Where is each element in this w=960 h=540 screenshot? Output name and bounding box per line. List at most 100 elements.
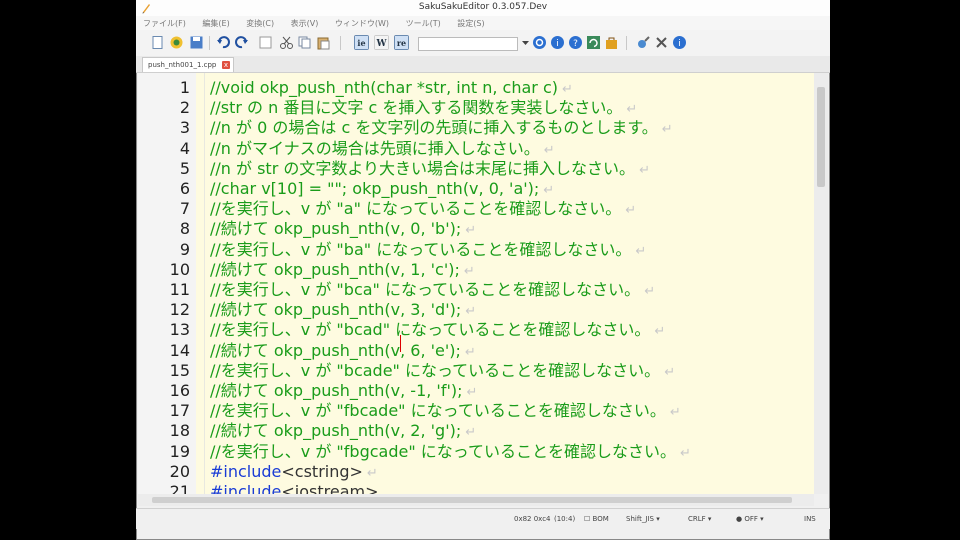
- line-number: 17: [169, 401, 190, 421]
- menu-convert[interactable]: 変換(C): [239, 16, 281, 29]
- line-number: 4: [179, 138, 190, 158]
- code-comment-text: //続けて okp_push_nth(v, 3, 'd'); ↵: [210, 300, 476, 322]
- end-of-line-mark: ↵: [465, 425, 477, 441]
- menu-settings[interactable]: 設定(S): [450, 16, 491, 29]
- line-number: 9: [179, 239, 190, 259]
- status-encoding[interactable]: Shift_JIS ▾: [626, 515, 660, 523]
- code-editor[interactable]: 1 //void okp_push_nth(char *str, int n, c…: [138, 73, 814, 494]
- new-file-icon[interactable]: [150, 35, 165, 50]
- status-bar: 0x82 0xc4 (10:4) ☐ BOM Shift_JIS ▾ CRLF …: [136, 508, 830, 529]
- line-number: 7: [179, 199, 190, 219]
- tools-icon[interactable]: [636, 35, 651, 50]
- tab-file[interactable]: push_nth001_1.cpp x: [142, 57, 234, 72]
- about-icon[interactable]: i: [672, 35, 687, 50]
- horizontal-scrollbar[interactable]: [138, 494, 814, 506]
- menu-tools[interactable]: ツール(T): [399, 16, 448, 29]
- status-ime[interactable]: ● OFF ▾: [736, 515, 764, 523]
- end-of-line-mark: ↵: [669, 405, 681, 421]
- svg-text:ie: ie: [357, 38, 365, 48]
- search-icon[interactable]: [532, 35, 547, 50]
- line-number: 13: [169, 320, 190, 340]
- dropdown-chevron-icon[interactable]: [518, 35, 533, 50]
- menu-window[interactable]: ウィンドウ(W): [328, 16, 396, 29]
- comment-text: //n がマイナスの場合は先頭に挿入しなさい。: [210, 138, 540, 158]
- code-comment-text: //続けて okp_push_nth(v, 1, 'c'); ↵: [210, 260, 475, 282]
- end-of-line-mark: ↵: [466, 385, 478, 400]
- status-bom[interactable]: ☐ BOM: [584, 515, 609, 523]
- text-caret: [400, 335, 401, 352]
- end-of-line-mark: ↵: [463, 263, 475, 279]
- code-include-text: #include<cstring> ↵: [210, 462, 378, 484]
- code-comment-text: //を実行し、v が "a" になっていることを確認しなさい。 ↵: [210, 199, 636, 221]
- info-icon[interactable]: i: [550, 35, 565, 50]
- comment-text: //を実行し、v が "fbgcade" になっていることを確認しなさい。: [210, 441, 676, 461]
- vertical-scroll-thumb[interactable]: [817, 87, 825, 187]
- open-file-icon[interactable]: [169, 35, 184, 50]
- toolbar: ie W re i ? i: [136, 30, 830, 57]
- menu-view[interactable]: 表示(V): [284, 16, 326, 29]
- line-number: 21: [169, 482, 190, 494]
- line-number: 10: [169, 259, 190, 279]
- cut-icon[interactable]: [279, 35, 294, 50]
- comment-text: //を実行し、v が "fbcade" になっていることを確認しなさい。: [210, 401, 666, 421]
- end-of-line-mark: ↵: [561, 82, 573, 97]
- re-icon[interactable]: re: [394, 35, 409, 50]
- code-comment-text: //n がマイナスの場合は先頭に挿入しなさい。 ↵: [210, 139, 555, 161]
- comment-text: //を実行し、v が "a" になっていることを確認しなさい。: [210, 199, 622, 219]
- menu-edit[interactable]: 編集(E): [195, 16, 236, 29]
- end-of-line-mark: ↵: [626, 102, 638, 118]
- ie-icon[interactable]: ie: [354, 35, 369, 50]
- redo-icon[interactable]: [234, 35, 249, 50]
- code-include-text: #include<iostream>: [210, 482, 379, 494]
- w-icon[interactable]: W: [374, 35, 389, 50]
- menu-file[interactable]: ファイル(F): [136, 16, 193, 29]
- comment-text: //str の n 番目に文字 c を挿入する関数を実装しなさい。: [210, 98, 623, 118]
- end-of-line-mark: ↵: [465, 223, 477, 239]
- comment-text: //続けて okp_push_nth(v, -1, 'f');: [210, 381, 463, 400]
- status-row-col: (10:4): [554, 515, 576, 523]
- svg-text:W: W: [375, 39, 387, 49]
- vertical-scrollbar[interactable]: [814, 73, 828, 494]
- bag-icon[interactable]: [604, 35, 619, 50]
- tab-bar: push_nth001_1.cpp x: [136, 56, 830, 73]
- tab-label: push_nth001_1.cpp: [148, 61, 217, 69]
- undo-icon[interactable]: [216, 35, 231, 50]
- include-header: <cstring>: [281, 461, 363, 481]
- search-box[interactable]: [418, 37, 518, 51]
- horizontal-scroll-thumb[interactable]: [152, 497, 792, 503]
- svg-text:re: re: [397, 38, 406, 48]
- end-of-line-mark: ↵: [543, 183, 555, 198]
- code-comment-text: //を実行し、v が "bcade" になっていることを確認しなさい。 ↵: [210, 361, 675, 383]
- copy-icon[interactable]: [297, 35, 312, 50]
- end-of-line-mark: ↵: [664, 364, 676, 380]
- code-comment-text: //char v[10] = ""; okp_push_nth(v, 0, 'a…: [210, 179, 554, 201]
- paste-icon[interactable]: [316, 35, 331, 50]
- refresh-icon[interactable]: [586, 35, 601, 50]
- code-comment-text: //続けて okp_push_nth(v, 0, 'b'); ↵: [210, 219, 476, 241]
- code-comment-text: //続けて okp_push_nth(v, 6, 'e'); ↵: [210, 341, 476, 363]
- comment-text: //n が str の文字数より大きい場合は末尾に挿入しなさい。: [210, 158, 636, 178]
- code-comment-text: //を実行し、v が "fbgcade" になっていることを確認しなさい。 ↵: [210, 442, 691, 464]
- help-icon[interactable]: ?: [568, 35, 583, 50]
- comment-text: //を実行し、v が "bca" になっていることを確認しなさい。: [210, 280, 641, 299]
- status-newline[interactable]: CRLF ▾: [688, 515, 711, 523]
- code-comment-text: //続けて okp_push_nth(v, 2, 'g'); ↵: [210, 421, 476, 443]
- comment-text: //続けて okp_push_nth(v, 0, 'b');: [210, 219, 462, 239]
- tab-close-icon[interactable]: x: [222, 61, 230, 69]
- line-number: 12: [169, 300, 190, 320]
- save-icon[interactable]: [189, 35, 204, 50]
- status-mode: INS: [804, 515, 816, 523]
- line-number: 19: [169, 441, 190, 461]
- code-comment-text: //を実行し、v が "ba" になっていることを確認しなさい。 ↵: [210, 240, 646, 262]
- close-icon[interactable]: [654, 35, 669, 50]
- line-number: 3: [179, 118, 190, 138]
- comment-text: //続けて okp_push_nth(v, 3, 'd');: [210, 300, 462, 320]
- preprocessor-directive: #include: [210, 482, 282, 494]
- blank-icon[interactable]: [258, 35, 273, 50]
- code-comment-text: //n が 0 の場合は c を文字列の先頭に挿入するものとします。 ↵: [210, 118, 673, 140]
- code-comment-text: //void okp_push_nth(char *str, int n, ch…: [210, 78, 573, 100]
- code-comment-text: //を実行し、v が "fbcade" になっていることを確認しなさい。 ↵: [210, 401, 681, 423]
- comment-text: //続けて okp_push_nth(v, 2, 'g');: [210, 421, 462, 441]
- comment-text: //void okp_push_nth(char *str, int n, ch…: [210, 78, 558, 97]
- window-title: SakuSakuEditor 0.3.057.Dev: [418, 2, 548, 12]
